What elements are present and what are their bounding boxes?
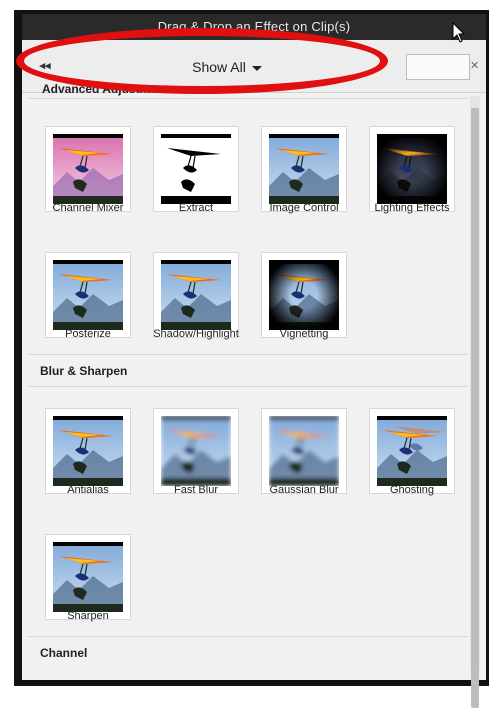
effect-thumbnail [53, 134, 123, 204]
effect-label: Fast Blur [173, 484, 218, 496]
section-header-advanced-adjustments: Advanced Adjustments [42, 82, 175, 96]
effect-thumbnail [161, 260, 231, 330]
mouse-cursor-icon [452, 22, 466, 43]
section-divider [28, 636, 468, 637]
effect-gaussian-blur[interactable] [261, 408, 347, 494]
effect-label: Gaussian Blur [269, 484, 339, 496]
scrollbar[interactable] [470, 96, 480, 708]
section-header-channel: Channel [40, 646, 88, 660]
effect-image-control[interactable] [261, 126, 347, 212]
effect-label: Antialias [67, 484, 109, 496]
section-divider [28, 354, 468, 355]
effect-antialias[interactable] [45, 408, 131, 494]
hang-glider-image [377, 134, 447, 204]
effect-label: Channel Mixer [52, 202, 124, 214]
clear-search-icon[interactable]: ✕ [470, 54, 484, 78]
effect-label: Posterize [65, 328, 111, 340]
effect-thumbnail [53, 542, 123, 612]
effect-thumbnail [269, 134, 339, 204]
hang-glider-image [53, 416, 123, 486]
section-divider [28, 386, 468, 387]
hang-glider-image [161, 416, 231, 486]
effect-lighting-effects[interactable] [369, 126, 455, 212]
hang-glider-image [53, 542, 123, 612]
effect-thumbnail [53, 416, 123, 486]
effect-fast-blur[interactable] [153, 408, 239, 494]
effects-panel: ◂◂ Show All ✕ Advanced Adjustments Chann… [22, 40, 486, 708]
section-divider [28, 98, 468, 99]
hang-glider-image [53, 134, 123, 204]
effect-label: Sharpen [67, 610, 109, 622]
hang-glider-image [161, 260, 231, 330]
effect-vignetting[interactable] [261, 252, 347, 338]
effect-thumbnail [269, 416, 339, 486]
show-all-dropdown[interactable]: Show All [62, 54, 392, 80]
effect-thumbnail [161, 416, 231, 486]
hang-glider-image [269, 416, 339, 486]
hang-glider-image [53, 260, 123, 330]
panel-title: Drag & Drop an Effect on Clip(s) [22, 14, 486, 40]
effect-label: Vignetting [279, 328, 329, 340]
chevron-down-icon [251, 65, 262, 71]
hang-glider-image [161, 134, 231, 204]
effect-sharpen[interactable] [45, 534, 131, 620]
hang-glider-image [377, 416, 447, 486]
effect-label: Shadow/Highlight [153, 328, 239, 340]
effect-label: Ghosting [389, 484, 435, 496]
effect-thumbnail [377, 416, 447, 486]
effect-thumbnail [161, 134, 231, 204]
show-all-label: Show All [192, 59, 246, 75]
effect-extract[interactable] [153, 126, 239, 212]
hang-glider-image [269, 134, 339, 204]
scrollbar-thumb[interactable] [471, 108, 479, 708]
effect-thumbnail [269, 260, 339, 330]
effect-channel-mixer[interactable] [45, 126, 131, 212]
effect-shadow-highlight[interactable] [153, 252, 239, 338]
effect-posterize[interactable] [45, 252, 131, 338]
section-header-blur-sharpen: Blur & Sharpen [40, 364, 128, 378]
effect-label: Extract [178, 202, 214, 214]
search-input[interactable] [406, 54, 470, 80]
effect-label: Image Control [269, 202, 339, 214]
effect-ghosting[interactable] [369, 408, 455, 494]
effect-thumbnail [53, 260, 123, 330]
double-chevron-left-icon[interactable]: ◂◂ [34, 56, 56, 76]
hang-glider-image [269, 260, 339, 330]
effect-label: Lighting Effects [374, 202, 450, 214]
effect-thumbnail [377, 134, 447, 204]
